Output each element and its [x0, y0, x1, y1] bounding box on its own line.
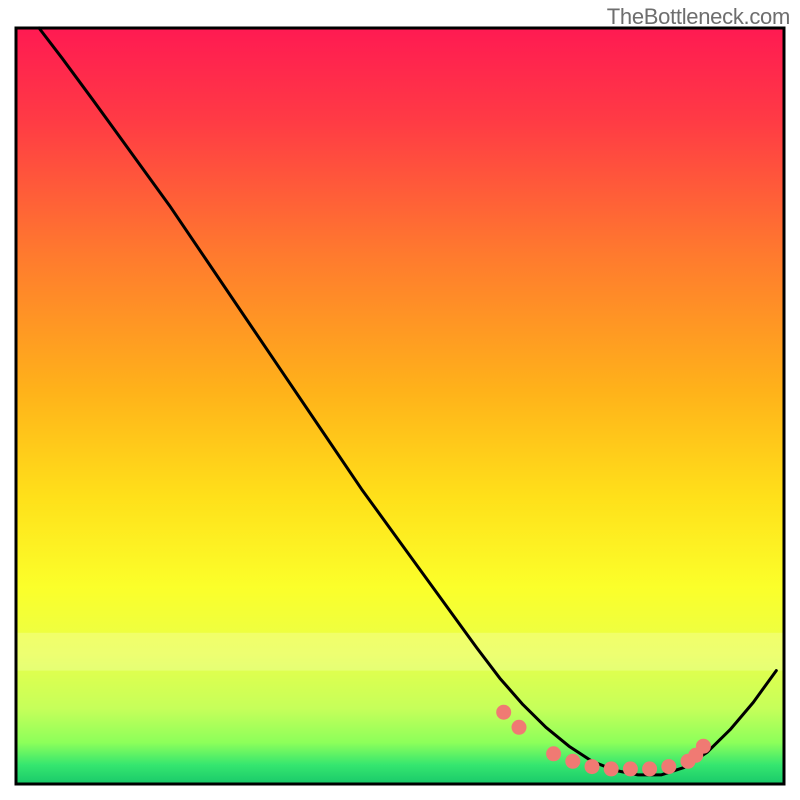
optimal-marker [604, 761, 619, 776]
optimal-marker [546, 746, 561, 761]
optimal-marker [496, 705, 511, 720]
optimal-marker [661, 759, 676, 774]
optimal-marker [696, 739, 711, 754]
optimal-marker [585, 759, 600, 774]
optimal-marker [623, 761, 638, 776]
chart-container: TheBottleneck.com [0, 0, 800, 800]
optimal-marker [565, 754, 580, 769]
bottleneck-chart [0, 0, 800, 800]
optimal-marker [642, 761, 657, 776]
pale-band [16, 633, 784, 671]
optimal-marker [512, 720, 527, 735]
attribution-label: TheBottleneck.com [607, 4, 790, 30]
